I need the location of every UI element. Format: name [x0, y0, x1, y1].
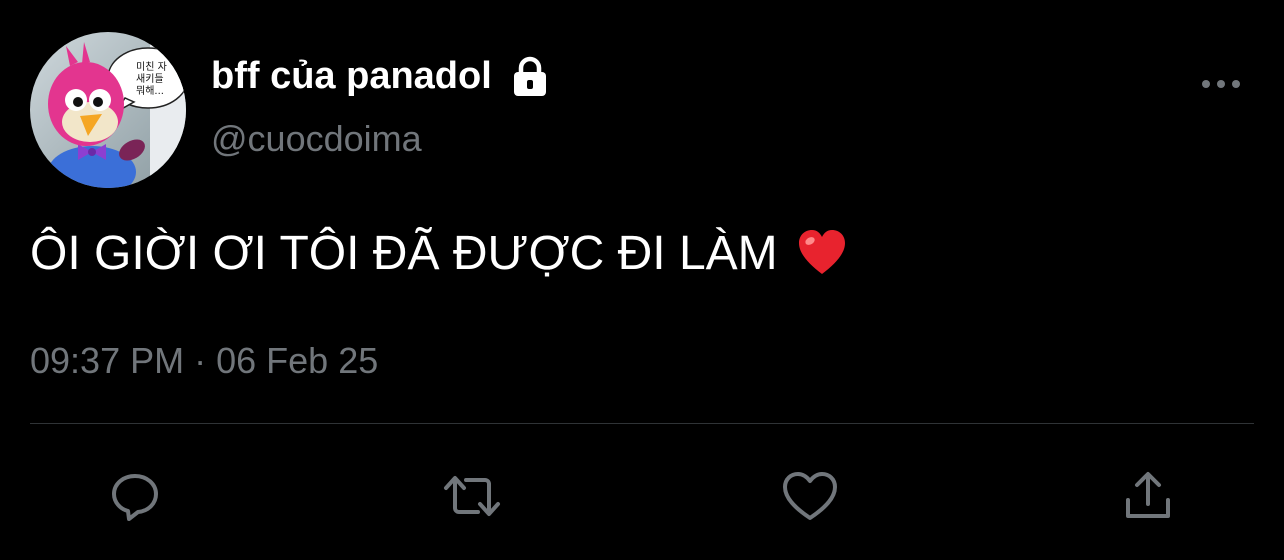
red-heart-emoji	[798, 229, 845, 274]
tweet-date[interactable]: 06 Feb 25	[216, 340, 378, 381]
lock-icon	[513, 56, 546, 96]
tweet-text: ÔI GIỜI ƠI TÔI ĐÃ ĐƯỢC ĐI LÀM	[30, 226, 848, 281]
author-name-row: bff của panadol	[211, 48, 552, 104]
share-button[interactable]	[1118, 466, 1178, 526]
heart-icon	[783, 472, 837, 520]
tweet-body: ÔI GIỜI ƠI TÔI ĐÃ ĐƯỢC ĐI LÀM	[30, 227, 778, 280]
divider	[30, 423, 1254, 424]
tweet-time[interactable]: 09:37 PM	[30, 340, 184, 381]
display-name[interactable]: bff của panadol	[211, 55, 492, 98]
avatar-speech-line-3: 뭐해...	[136, 84, 164, 97]
retweet-icon	[444, 476, 500, 516]
timestamp-separator: ·	[194, 340, 207, 381]
avatar-speech-line-2: 새키들	[136, 73, 164, 85]
author-handle[interactable]: @cuocdoima	[211, 118, 422, 160]
more-options-button[interactable]	[1196, 66, 1246, 102]
share-icon	[1126, 472, 1170, 518]
retweet-button[interactable]	[442, 466, 502, 526]
reply-icon	[112, 474, 158, 521]
reply-button[interactable]	[105, 466, 165, 526]
more-icon	[1202, 80, 1240, 88]
avatar[interactable]: 미친 자 새키들 뭐해...	[30, 32, 186, 188]
timestamp-row: 09:37 PM · 06 Feb 25	[30, 340, 378, 382]
like-button[interactable]	[780, 466, 840, 526]
avatar-speech-line-1: 미친 자	[136, 61, 167, 73]
